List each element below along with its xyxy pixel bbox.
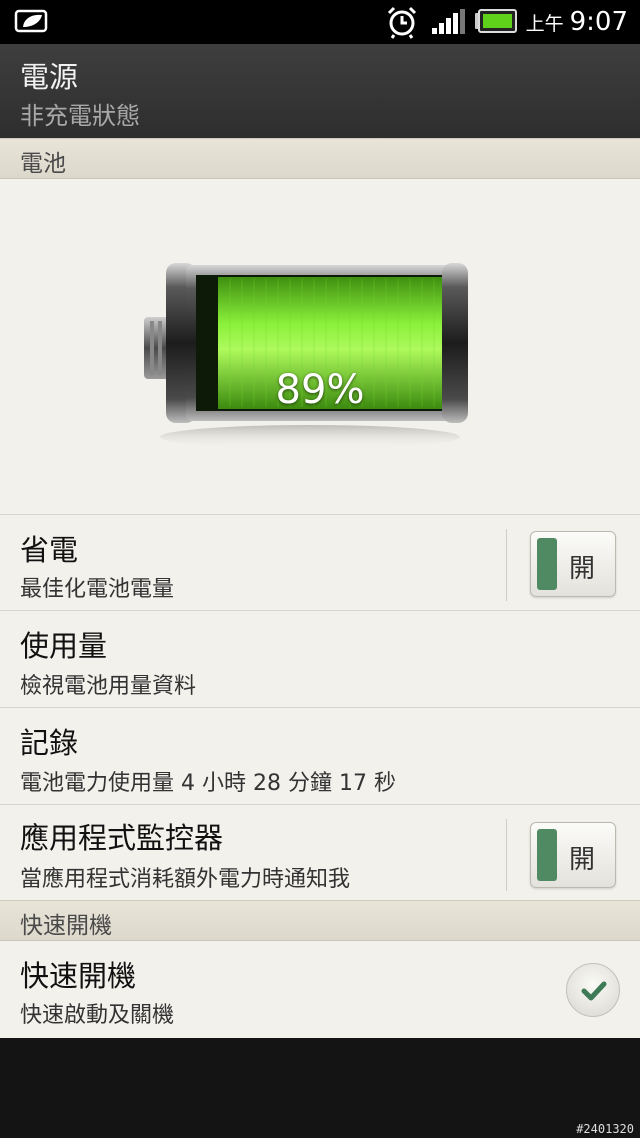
section-header-battery: 電池 (0, 138, 640, 179)
history-row[interactable]: 記錄 電池電力使用量 4 小時 28 分鐘 17 秒 (0, 707, 640, 804)
row-title: 使用量 (20, 629, 108, 663)
row-title: 記錄 (20, 726, 79, 760)
signal-strength-icon (432, 9, 465, 34)
usage-row[interactable]: 使用量 檢視電池用量資料 (0, 610, 640, 707)
page-title: 電源 (20, 60, 79, 94)
row-subtitle: 電池電力使用量 4 小時 28 分鐘 17 秒 (20, 771, 396, 796)
app-monitor-toggle[interactable]: 開 (530, 822, 616, 888)
battery-percent: 89% (275, 367, 365, 413)
alarm-clock-icon (387, 6, 417, 39)
toggle-label: 開 (569, 845, 596, 875)
row-title: 應用程式監控器 (20, 821, 224, 855)
battery-graphic-area: 89% (0, 179, 640, 515)
row-subtitle: 最佳化電池電量 (20, 577, 175, 602)
section-header-fast-boot: 快速開機 (0, 900, 640, 941)
fast-boot-checkbox[interactable] (566, 963, 620, 1017)
toggle-indicator (537, 829, 557, 881)
row-subtitle: 當應用程式消耗額外電力時通知我 (20, 867, 351, 892)
page-subtitle: 非充電狀態 (20, 102, 140, 130)
power-saver-toggle[interactable]: 開 (530, 531, 616, 597)
watermark: #2401320 (576, 1122, 634, 1136)
row-title: 省電 (20, 533, 79, 567)
power-saver-row[interactable]: 省電 最佳化電池電量 開 (0, 514, 640, 610)
fast-boot-row[interactable]: 快速開機 快速啟動及關機 (0, 941, 640, 1038)
row-subtitle: 檢視電池用量資料 (20, 674, 197, 699)
checkmark-icon (581, 981, 607, 1001)
battery-level-graphic (144, 263, 468, 449)
row-subtitle: 快速啟動及關機 (20, 1003, 175, 1028)
row-title: 快速開機 (20, 959, 137, 993)
status-ampm: 上午 (525, 13, 564, 35)
app-monitor-row[interactable]: 應用程式監控器 當應用程式消耗額外電力時通知我 開 (0, 804, 640, 900)
status-clock: 9:07 (569, 7, 628, 37)
toggle-label: 開 (569, 554, 596, 584)
title-bar: 電源 非充電狀態 (0, 44, 640, 138)
settings-content: 電池 89% 省電 最佳化電池電量 開 使用量 檢視電池用量資料 記錄 電池電力… (0, 138, 640, 1038)
power-saver-leaf-icon (14, 9, 48, 33)
bottom-area (0, 1038, 640, 1138)
divider (506, 529, 507, 601)
toggle-indicator (537, 538, 557, 590)
status-bar: 上午 9:07 (0, 0, 640, 44)
divider (506, 819, 507, 891)
section-header-label: 電池 (20, 151, 66, 177)
status-time: 上午 9:07 (526, 5, 628, 39)
battery-icon (475, 9, 517, 33)
section-header-label: 快速開機 (20, 913, 112, 939)
